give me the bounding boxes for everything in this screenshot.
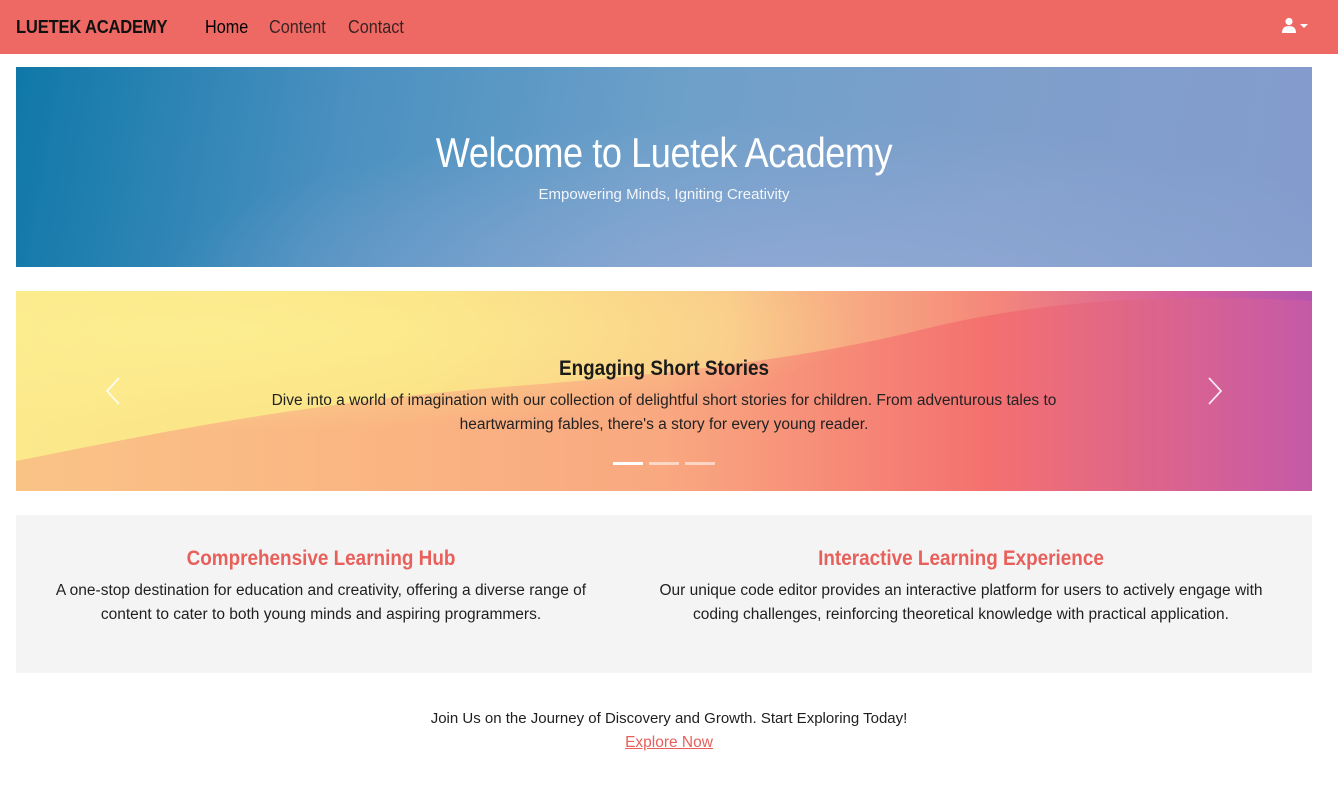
navbar: LUETEK ACADEMY Home Content Contact [0,0,1338,54]
hero-title: Welcome to Luetek Academy [435,129,893,176]
carousel-indicator[interactable] [613,462,643,465]
features-section: Comprehensive Learning Hub A one-stop de… [16,515,1312,673]
slide-title: Engaging Short Stories [558,357,770,380]
user-icon [1282,17,1296,33]
brand-logo[interactable]: LUETEK ACADEMY [16,17,168,38]
slide-description: Dive into a world of imagination with ou… [271,392,1057,433]
nav-link-contact[interactable]: Contact [348,17,404,38]
hero-banner: Welcome to Luetek Academy Empowering Min… [16,67,1312,267]
caret-down-icon [1300,24,1308,28]
carousel-indicators [613,462,715,465]
feature-title: Comprehensive Learning Hub [186,547,456,570]
carousel-indicator[interactable] [649,462,679,465]
hero-subtitle: Empowering Minds, Igniting Creativity [538,186,790,203]
feature-card: Interactive Learning Experience Our uniq… [641,547,1281,627]
call-to-action: Join Us on the Journey of Discovery and … [0,707,1338,755]
nav-link-home[interactable]: Home [205,17,248,38]
nav-link-content[interactable]: Content [269,17,326,38]
user-menu-dropdown[interactable] [1281,17,1308,33]
feature-card: Comprehensive Learning Hub A one-stop de… [46,547,596,627]
explore-now-link[interactable]: Explore Now [625,734,713,751]
stories-carousel: Engaging Short Stories Dive into a world… [16,291,1312,491]
feature-text: A one-stop destination for education and… [55,582,587,623]
cta-text: Join Us on the Journey of Discovery and … [430,710,908,727]
feature-title: Interactive Learning Experience [818,547,1104,570]
feature-text: Our unique code editor provides an inter… [659,582,1263,623]
carousel-indicator[interactable] [685,462,715,465]
nav-links: Home Content Contact [205,17,410,38]
